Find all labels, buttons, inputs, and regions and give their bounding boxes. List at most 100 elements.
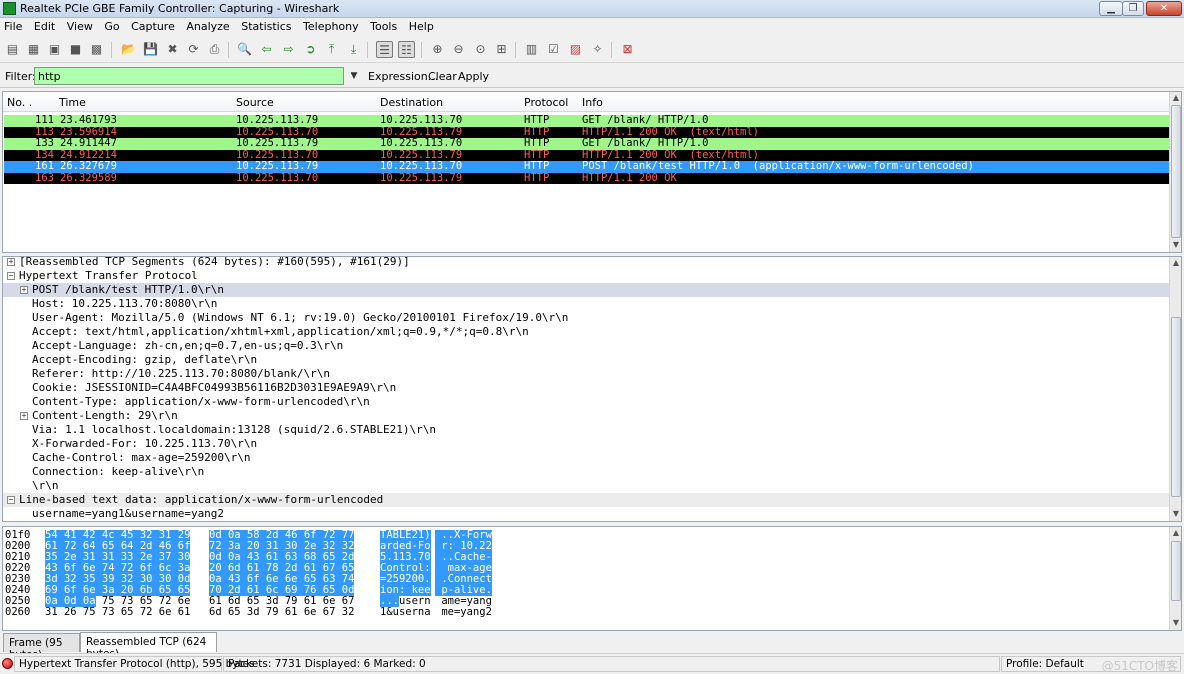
expert-info-icon[interactable] [2,658,13,669]
col-destination[interactable]: Destination [380,96,443,109]
packet-bytes[interactable]: 01f0 54 41 42 4c 45 32 31 29 0d 0a 58 2d 4… [2,526,1182,631]
hex-off[interactable]: 0260 [5,607,30,618]
detail-row[interactable]: Cache-Control: max-age=259200\r\n [3,451,1169,465]
scroll-down-icon[interactable]: ▼ [1170,239,1181,251]
clear-button[interactable]: Clear [428,70,457,83]
col-time[interactable]: Time [59,96,86,109]
detail-row[interactable]: Cookie: JSESSIONID=C4A4BFC04993B56116B2D… [3,381,1169,395]
interfaces-icon[interactable]: ▤ [4,41,21,58]
minimize-button[interactable]: ▁ [1099,1,1123,16]
scroll-down-icon[interactable]: ▼ [1170,617,1181,629]
detail-row[interactable]: + POST /blank/test HTTP/1.0\r\n [3,283,1169,297]
scroll-up-icon[interactable]: ▲ [1170,527,1181,539]
scroll-thumb[interactable] [1171,105,1181,238]
bytes-scrollbar[interactable]: ▲ ▼ [1169,527,1181,630]
scroll-thumb[interactable] [1171,317,1181,497]
zoom-in-icon[interactable]: ⊕ [429,41,446,58]
col-protocol[interactable]: Protocol [524,96,568,109]
menu-file[interactable]: File [0,18,26,33]
menu-go[interactable]: Go [100,18,123,33]
packet-row[interactable]: 163 26.329589 10.225.113.70 10.225.113.79 HT… [4,172,1171,184]
start-capture-icon[interactable]: ▣ [46,41,63,58]
packet-list[interactable]: No. . Time Source Destination Protocol I… [2,91,1182,253]
col-info[interactable]: Info [582,96,603,109]
go-forward-icon[interactable]: ⇨ [280,41,297,58]
zoom-normal-icon[interactable]: ⊙ [472,41,489,58]
detail-row[interactable]: Connection: keep-alive\r\n [3,465,1169,479]
col-no[interactable]: No. . [7,96,32,109]
options-icon[interactable]: ▦ [25,41,42,58]
detail-row[interactable]: X-Forwarded-For: 10.225.113.70\r\n [3,437,1169,451]
details-scrollbar[interactable]: ▲ ▼ [1169,257,1181,521]
menu-telephony[interactable]: Telephony [299,18,363,33]
detail-row[interactable]: − Line-based text data: application/x-www… [3,493,1169,507]
resize-columns-icon[interactable]: ⊞ [493,41,510,58]
go-last-icon[interactable]: ⤓ [345,41,362,58]
go-back-icon[interactable]: ⇦ [258,41,275,58]
go-first-icon[interactable]: ⤒ [323,41,340,58]
menu-analyze[interactable]: Analyze [182,18,233,33]
zoom-out-icon[interactable]: ⊖ [450,41,467,58]
menu-statistics[interactable]: Statistics [237,18,295,33]
maximize-button[interactable]: ❐ [1122,1,1144,16]
scroll-up-icon[interactable]: ▲ [1170,92,1181,104]
detail-row[interactable]: + Content-Length: 29\r\n [3,409,1169,423]
detail-row[interactable]: − Hypertext Transfer Protocol [3,269,1169,283]
reload-icon[interactable]: ⟳ [185,41,202,58]
preferences-icon[interactable]: ✧ [589,41,606,58]
detail-row[interactable]: username=yang1&username=yang2 [3,507,1169,521]
detail-row[interactable]: Referer: http://10.225.113.70:8080/blank… [3,367,1169,381]
scroll-up-icon[interactable]: ▲ [1170,257,1181,269]
stop-capture-icon[interactable]: ■ [67,41,84,58]
col-source[interactable]: Source [236,96,274,109]
capture-filters-icon[interactable]: ▥ [523,41,540,58]
save-file-icon[interactable]: 💾 [142,41,159,58]
find-packet-icon[interactable]: 🔍 [236,41,253,58]
packet-details[interactable]: + [Reassembled TCP Segments (624 bytes): … [2,256,1182,522]
close-file-icon[interactable]: ✖ [164,41,181,58]
colorize-icon[interactable]: ☰ [376,41,393,58]
detail-row[interactable]: Accept: text/html,application/xhtml+xml,… [3,325,1169,339]
auto-scroll-icon[interactable]: ☷ [398,41,415,58]
collapse-icon[interactable]: − [7,272,15,280]
packet-row[interactable]: 161 26.327679 10.225.113.79 10.225.113.70 HT… [4,160,1171,173]
apply-button[interactable]: Apply [458,70,489,83]
open-file-icon[interactable]: 📂 [120,41,137,58]
scroll-down-icon[interactable]: ▼ [1170,508,1181,520]
expand-icon[interactable]: + [7,258,15,266]
detail-row[interactable]: Accept-Encoding: gzip, deflate\r\n [3,353,1169,367]
detail-row[interactable]: + [Reassembled TCP Segments (624 bytes): … [3,257,1169,269]
expand-icon[interactable]: + [20,412,28,420]
packet-row[interactable]: 111 23.461793 10.225.113.79 10.225.113.70 HT… [4,114,1171,127]
detail-row[interactable]: Host: 10.225.113.70:8080\r\n [3,297,1169,311]
detail-row[interactable]: \r\n [3,479,1169,493]
help-icon[interactable]: ⊠ [619,41,636,58]
detail-row[interactable]: Content-Type: application/x-www-form-url… [3,395,1169,409]
menu-edit[interactable]: Edit [30,18,59,33]
hex-a2[interactable]: me=yang2 [435,607,492,618]
scroll-thumb[interactable] [1171,541,1181,601]
menu-view[interactable]: View [63,18,97,33]
menu-capture[interactable]: Capture [127,18,179,33]
expand-icon[interactable]: + [20,286,28,294]
restart-capture-icon[interactable]: ▩ [88,41,105,58]
hex-a1[interactable]: 1&userna [380,607,431,618]
detail-row[interactable]: Via: 1.1 localhost.localdomain:13128 (sq… [3,423,1169,437]
packet-list-scrollbar[interactable]: ▲ ▼ [1169,92,1181,252]
go-to-packet-icon[interactable]: ➲ [302,41,319,58]
tab-frame[interactable]: Frame (95 bytes) [3,633,80,661]
coloring-rules-icon[interactable]: ▨ [567,41,584,58]
packet-row[interactable]: 133 24.911447 10.225.113.79 10.225.113.70 HT… [4,137,1171,150]
tab-reassembled-tcp[interactable]: Reassembled TCP (624 bytes) [80,632,217,660]
detail-row[interactable]: Accept-Language: zh-cn,en;q=0.7,en-us;q=… [3,339,1169,353]
display-filters-icon[interactable]: ☑ [545,41,562,58]
filter-input[interactable]: http [34,67,344,85]
detail-row[interactable]: User-Agent: Mozilla/5.0 (Windows NT 6.1;… [3,311,1169,325]
filter-dropdown-icon[interactable]: ▼ [346,67,362,85]
menu-tools[interactable]: Tools [366,18,401,33]
hex-b1[interactable]: 31 26 75 73 65 72 6e 61 [45,607,190,618]
close-button[interactable]: ✕ [1146,1,1182,16]
print-icon[interactable]: ⎙ [206,41,223,58]
hex-b2[interactable]: 6d 65 3d 79 61 6e 67 32 [209,607,354,618]
collapse-icon[interactable]: − [7,496,15,504]
